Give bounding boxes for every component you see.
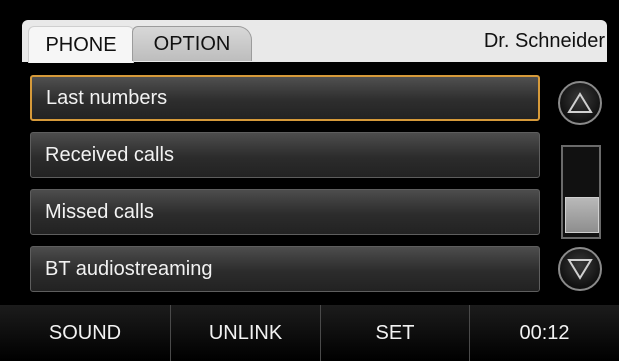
menu-item-received-calls[interactable]: Received calls xyxy=(30,132,540,178)
unlink-button[interactable]: UNLINK xyxy=(171,305,320,361)
menu-item-last-numbers[interactable]: Last numbers xyxy=(30,75,540,121)
menu-item-bt-audiostreaming[interactable]: BT audiostreaming xyxy=(30,246,540,292)
phone-screen: PHONE OPTION Dr. Schneider Last numbers … xyxy=(0,0,619,361)
tab-phone-label: PHONE xyxy=(45,33,117,56)
menu-item-label: BT audiostreaming xyxy=(45,257,213,280)
triangle-up-icon xyxy=(567,92,593,113)
scrollbar-track[interactable] xyxy=(561,145,601,239)
triangle-down-icon xyxy=(567,259,593,280)
scroll-down-button[interactable] xyxy=(558,247,602,291)
set-button[interactable]: SET xyxy=(321,305,469,361)
tab-option-label: OPTION xyxy=(153,32,231,55)
tab-option[interactable]: OPTION xyxy=(132,26,252,61)
menu-item-label: Missed calls xyxy=(45,200,154,223)
menu-item-missed-calls[interactable]: Missed calls xyxy=(30,189,540,235)
tab-phone[interactable]: PHONE xyxy=(28,26,134,63)
scroll-up-button[interactable] xyxy=(558,81,602,125)
clock-display: 00:12 xyxy=(470,305,619,361)
unlink-button-label: UNLINK xyxy=(208,321,283,344)
menu-item-label: Received calls xyxy=(45,143,174,166)
device-user-name: Dr. Schneider xyxy=(483,30,605,52)
set-button-label: SET xyxy=(375,321,415,344)
clock-time: 00:12 xyxy=(519,321,570,344)
scrollbar-thumb[interactable] xyxy=(565,197,599,233)
menu-item-label: Last numbers xyxy=(46,86,168,109)
sound-button[interactable]: SOUND xyxy=(0,305,170,361)
sound-button-label: SOUND xyxy=(48,321,122,344)
